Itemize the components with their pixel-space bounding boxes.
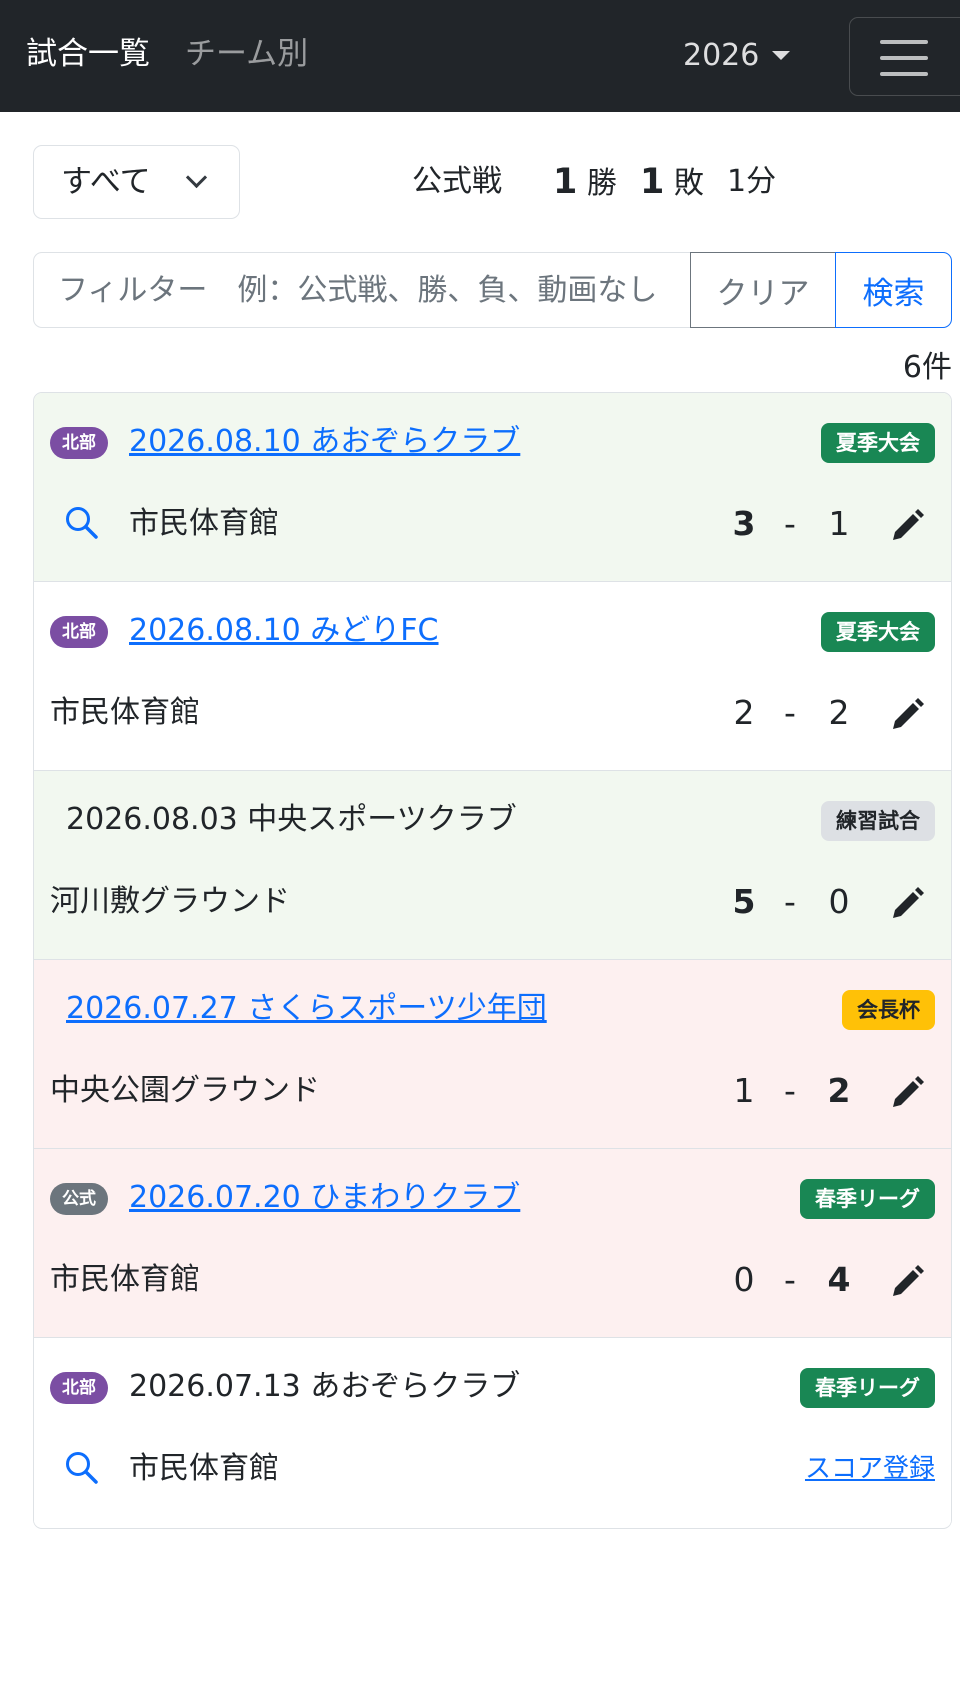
venue: 市民体育館	[50, 1262, 200, 1297]
competition-badge: 春季リーグ	[800, 1179, 935, 1219]
away-score: 0	[828, 882, 850, 921]
venue: 市民体育館	[129, 1451, 279, 1486]
search-icon[interactable]	[62, 503, 102, 543]
competition-badge: 夏季大会	[821, 423, 935, 463]
score-separator: -	[784, 1071, 796, 1110]
score-separator: -	[784, 1260, 796, 1299]
record-losses: 1 敗	[640, 160, 704, 204]
filter-input[interactable]	[33, 252, 692, 328]
pencil-icon[interactable]	[889, 508, 925, 544]
match-item: 北部 2026.07.13 あおぞらクラブ 春季リーグ 市民体育館 スコア登録	[34, 1338, 951, 1527]
wins-count: 1	[553, 162, 578, 202]
wins-unit: 勝	[586, 166, 617, 201]
division-tag: 北部	[50, 1372, 108, 1404]
record-label: 公式戦	[412, 164, 502, 199]
match-title-link[interactable]: 2026.08.10 あおぞらクラブ	[129, 422, 520, 462]
away-score: 1	[828, 504, 850, 543]
page-title[interactable]: 試合一覧	[26, 34, 150, 74]
away-score: 4	[827, 1260, 851, 1299]
home-score: 5	[732, 882, 756, 921]
filter-group: クリア 検索	[33, 252, 952, 328]
pencil-icon[interactable]	[889, 1075, 925, 1111]
score-separator: -	[784, 504, 796, 543]
home-score: 0	[733, 1260, 755, 1299]
losses-count: 1	[640, 162, 665, 202]
losses-unit: 敗	[673, 166, 704, 201]
pencil-icon[interactable]	[889, 1264, 925, 1300]
competition-badge: 練習試合	[821, 801, 935, 841]
match-item: 北部 2026.08.10 みどりFC 夏季大会 市民体育館 2 - 2	[34, 582, 951, 771]
venue: 河川敷グラウンド	[50, 884, 290, 919]
hamburger-icon	[880, 40, 928, 44]
match-item: 2026.07.27 さくらスポーツ少年団 会長杯 中央公園グラウンド 1 - …	[34, 960, 951, 1149]
match-title-link[interactable]: 2026.07.27 さくらスポーツ少年団	[66, 989, 547, 1029]
division-tag: 北部	[50, 427, 108, 459]
result-count: 6件	[902, 350, 952, 385]
venue: 市民体育館	[50, 695, 200, 730]
search-button[interactable]: 検索	[835, 252, 952, 328]
score-separator: -	[784, 882, 796, 921]
match-item: 北部 2026.08.10 あおぞらクラブ 夏季大会 市民体育館 3 - 1	[34, 393, 951, 582]
pencil-icon[interactable]	[889, 886, 925, 922]
year-dropdown[interactable]: 2026	[683, 36, 759, 76]
competition-badge: 春季リーグ	[800, 1368, 935, 1408]
team-view-link[interactable]: チーム別	[185, 34, 308, 74]
match-title-link[interactable]: 2026.07.20 ひまわりクラブ	[129, 1178, 520, 1218]
record-draws: 1分	[727, 164, 777, 199]
match-item: 2026.08.03 中央スポーツクラブ 練習試合 河川敷グラウンド 5 - 0	[34, 771, 951, 960]
competition-badge: 夏季大会	[821, 612, 935, 652]
caret-down-icon[interactable]	[772, 51, 790, 60]
home-score: 2	[733, 693, 755, 732]
match-title: 2026.07.13 あおぞらクラブ	[129, 1369, 521, 1404]
pencil-icon[interactable]	[889, 697, 925, 733]
division-tag: 北部	[50, 616, 108, 648]
venue: 市民体育館	[129, 506, 279, 541]
record-wins: 1 勝	[553, 160, 617, 204]
match-list: 北部 2026.08.10 あおぞらクラブ 夏季大会 市民体育館 3 - 1 北…	[33, 392, 952, 1529]
match-title: 2026.08.03 中央スポーツクラブ	[66, 802, 517, 837]
match-item: 公式 2026.07.20 ひまわりクラブ 春季リーグ 市民体育館 0 - 4	[34, 1149, 951, 1338]
away-score: 2	[828, 693, 850, 732]
chevron-down-icon	[185, 166, 208, 189]
search-icon[interactable]	[62, 1448, 102, 1488]
home-score: 1	[733, 1071, 755, 1110]
match-title-link[interactable]: 2026.08.10 みどりFC	[129, 611, 439, 651]
hamburger-icon	[880, 56, 928, 60]
clear-button[interactable]: クリア	[690, 252, 836, 328]
away-score: 2	[827, 1071, 851, 1110]
scope-select-value: すべて	[61, 164, 151, 200]
home-score: 3	[732, 504, 756, 543]
menu-toggle-button[interactable]	[849, 17, 960, 96]
score-separator: -	[784, 693, 796, 732]
hamburger-icon	[880, 72, 928, 76]
venue: 中央公園グラウンド	[50, 1073, 320, 1108]
scope-select[interactable]: すべて	[33, 145, 240, 219]
register-score-link[interactable]: スコア登録	[805, 1451, 935, 1487]
competition-badge: 会長杯	[842, 990, 935, 1030]
navbar: 試合一覧 チーム別 2026	[0, 0, 960, 112]
official-tag: 公式	[50, 1183, 108, 1215]
